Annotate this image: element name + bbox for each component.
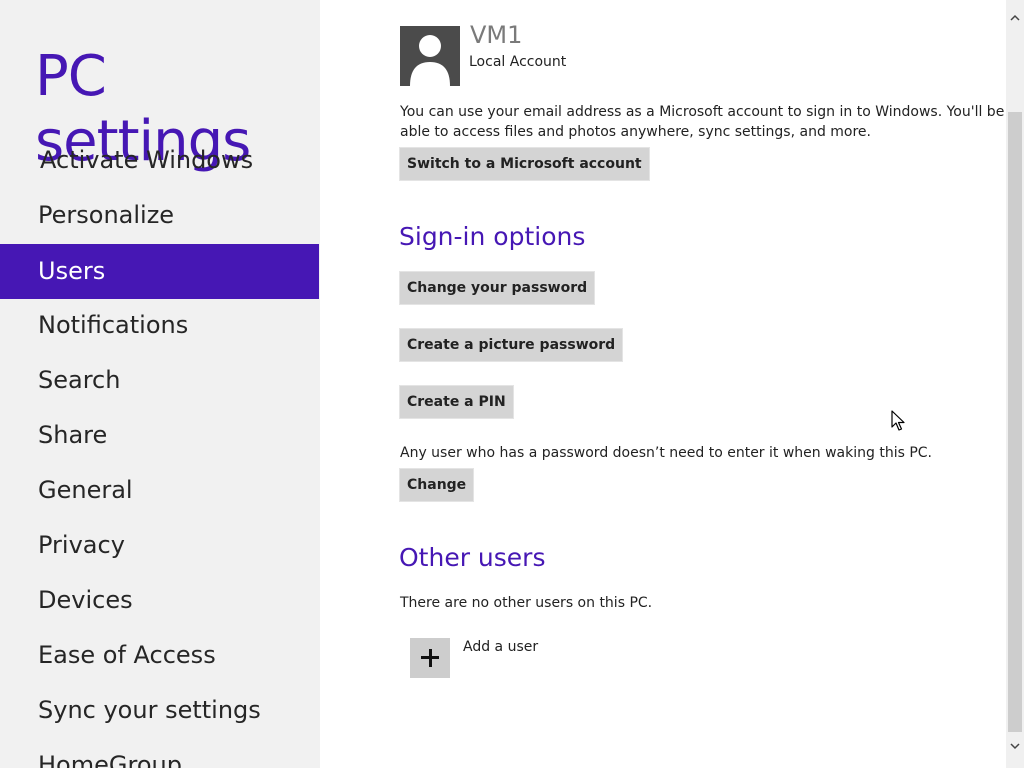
no-other-users-text: There are no other users on this PC. xyxy=(400,595,653,611)
change-password-button[interactable]: Change your password xyxy=(400,272,595,304)
sidebar: PC settings Activate Windows Personalize U… xyxy=(0,0,320,768)
create-pin-button[interactable]: Create a PIN xyxy=(400,386,513,418)
chevron-up-icon[interactable] xyxy=(1009,12,1021,24)
wake-password-text: Any user who has a password doesn’t need… xyxy=(400,445,932,461)
sidebar-item-personalize[interactable]: Personalize xyxy=(0,188,319,243)
user-avatar-icon xyxy=(400,26,460,86)
change-wake-setting-button[interactable]: Change xyxy=(400,469,474,501)
vertical-scrollbar[interactable] xyxy=(1006,0,1024,768)
mouse-pointer-icon xyxy=(891,410,905,436)
sidebar-item-ease-of-access[interactable]: Ease of Access xyxy=(0,628,319,683)
sidebar-item-general[interactable]: General xyxy=(0,463,319,518)
sidebar-item-sync-your-settings[interactable]: Sync your settings xyxy=(0,683,319,738)
sidebar-item-notifications[interactable]: Notifications xyxy=(0,298,319,353)
chevron-down-icon[interactable] xyxy=(1009,740,1021,752)
sidebar-item-users[interactable]: Users xyxy=(0,244,319,299)
sidebar-item-share[interactable]: Share xyxy=(0,408,319,463)
sidebar-item-privacy[interactable]: Privacy xyxy=(0,518,319,573)
account-type: Local Account xyxy=(469,54,567,70)
sidebar-item-homegroup[interactable]: HomeGroup xyxy=(0,738,319,768)
scrollbar-thumb[interactable] xyxy=(1008,112,1022,732)
user-silhouette-icon xyxy=(410,35,450,86)
create-picture-password-button[interactable]: Create a picture password xyxy=(400,329,623,361)
sidebar-item-activate-windows[interactable]: Activate Windows xyxy=(0,133,319,188)
sidebar-item-devices[interactable]: Devices xyxy=(0,573,319,628)
sidebar-item-search[interactable]: Search xyxy=(0,353,319,408)
switch-to-microsoft-account-button[interactable]: Switch to a Microsoft account xyxy=(400,148,649,180)
signin-options-heading: Sign-in options xyxy=(399,222,586,251)
add-user-label[interactable]: Add a user xyxy=(463,639,538,655)
other-users-heading: Other users xyxy=(399,543,546,572)
add-user-button[interactable] xyxy=(410,638,450,678)
user-name: VM1 xyxy=(470,21,523,49)
main-panel: VM1 Local Account You can use your email… xyxy=(320,0,1006,768)
microsoft-account-description: You can use your email address as a Micr… xyxy=(400,104,1005,140)
